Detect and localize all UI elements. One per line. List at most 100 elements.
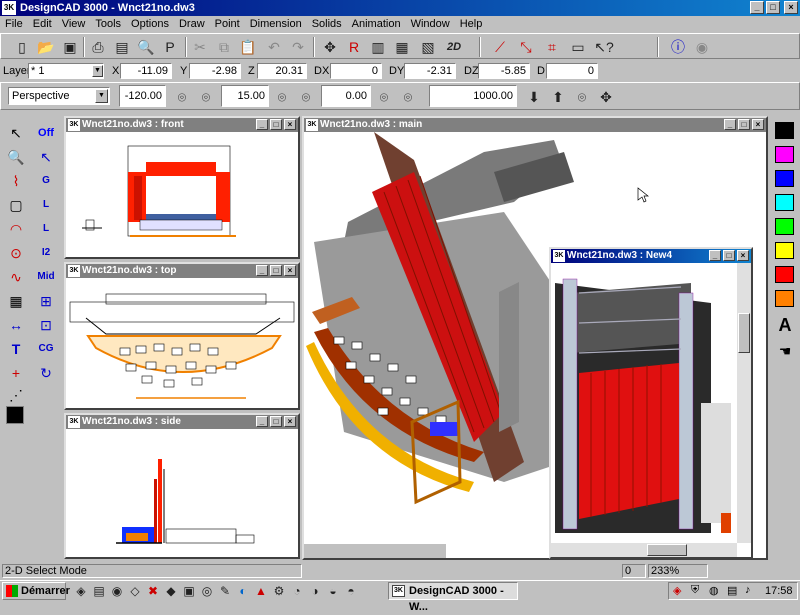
quicklaunch-icon[interactable]: ◎ xyxy=(198,580,216,602)
dimension-icon[interactable]: ↔ xyxy=(4,314,28,336)
front-window-title[interactable]: 3K Wnct21no.dw3 : front _ □ × xyxy=(66,118,298,132)
quicklaunch-icon[interactable]: ⚙ xyxy=(270,580,288,602)
linetype-icon[interactable]: ⋰ xyxy=(4,384,28,406)
quicklaunch-icon[interactable]: ▤ xyxy=(90,580,108,602)
start-button[interactable]: Démarrer xyxy=(2,582,70,600)
close-button[interactable]: × xyxy=(284,265,296,276)
quicklaunch-icon[interactable]: ✎ xyxy=(216,580,234,602)
minimize-button[interactable]: _ xyxy=(256,265,268,276)
quicklaunch-icon[interactable]: ◉ xyxy=(108,580,126,602)
grid-icon[interactable]: ▦ xyxy=(4,290,28,312)
close-button[interactable]: × xyxy=(284,416,296,427)
line-snap-button[interactable]: L xyxy=(34,194,58,216)
properties-icon[interactable]: P xyxy=(159,36,181,58)
front-view-canvas[interactable] xyxy=(66,132,298,257)
gravity-snap-button[interactable]: G xyxy=(34,170,58,192)
quicklaunch-icon[interactable]: ◈ xyxy=(72,580,90,602)
top-view-canvas[interactable] xyxy=(66,278,298,408)
camera-icon[interactable]: ⌾ xyxy=(571,86,593,108)
zoom-icon[interactable]: 🔍 xyxy=(4,146,28,168)
menu-point[interactable]: Point xyxy=(210,16,245,32)
z-field[interactable]: 20.31 xyxy=(257,63,307,79)
snap-off-button[interactable]: Off xyxy=(34,122,58,144)
pan-icon[interactable]: ✥ xyxy=(319,36,341,58)
save-icon[interactable]: ▣ xyxy=(59,36,81,58)
polyline-icon[interactable]: ⌇ xyxy=(4,170,28,192)
text-style-icon[interactable]: A xyxy=(773,314,797,336)
maximize-button[interactable]: □ xyxy=(270,416,282,427)
roll-angle-field[interactable]: 0.00 xyxy=(321,85,371,107)
scroll-thumb[interactable] xyxy=(738,313,750,353)
side-view-canvas[interactable] xyxy=(66,429,298,557)
quicklaunch-icon[interactable]: ✖ xyxy=(144,580,162,602)
tray-icon[interactable]: ▤ xyxy=(727,584,737,597)
axis-icon[interactable]: ⟋ xyxy=(489,36,511,58)
redraw-icon[interactable]: R xyxy=(343,36,365,58)
quicklaunch-icon[interactable]: ▣ xyxy=(180,580,198,602)
title-bar[interactable]: 3K DesignCAD 3000 - Wnct21no.dw3 _ □ × xyxy=(0,0,800,16)
info-icon[interactable]: ⓘ xyxy=(667,36,689,58)
orbit-icon[interactable]: ✥ xyxy=(595,86,617,108)
maximize-button[interactable]: □ xyxy=(723,250,735,261)
menu-animation[interactable]: Animation xyxy=(347,16,406,32)
current-color-swatch[interactable] xyxy=(6,406,24,424)
select-arrow-icon[interactable]: ↖ xyxy=(4,122,28,144)
vertical-scrollbar[interactable] xyxy=(737,263,751,543)
scale-icon[interactable]: ⤡ xyxy=(515,36,537,58)
text-icon[interactable]: T xyxy=(4,338,28,360)
snap-arrow-icon[interactable]: ↖ xyxy=(34,146,58,168)
color-swatch-blue[interactable] xyxy=(775,170,794,187)
close-button[interactable]: × xyxy=(737,250,749,261)
rotate-left-icon[interactable]: ⌾ xyxy=(171,86,193,108)
arc-icon[interactable]: ◠ xyxy=(4,218,28,240)
close-button[interactable]: × xyxy=(284,119,296,130)
box-icon[interactable]: ▢ xyxy=(4,194,28,216)
snap-icon[interactable]: ◉ xyxy=(691,36,713,58)
color-swatch-magenta[interactable] xyxy=(775,146,794,163)
y-field[interactable]: -2.98 xyxy=(189,63,241,79)
move-up-icon[interactable]: ⬆ xyxy=(547,86,569,108)
menu-view[interactable]: View xyxy=(57,16,91,32)
tray-icon[interactable]: ◈ xyxy=(673,584,681,597)
rotate-snap-icon[interactable]: ↻ xyxy=(34,362,58,384)
zoom-preview-icon[interactable]: 🔍 xyxy=(135,36,157,58)
menu-draw[interactable]: Draw xyxy=(174,16,210,32)
front-view-window[interactable]: 3K Wnct21no.dw3 : front _ □ × xyxy=(64,116,300,259)
roll-right-icon[interactable]: ⌾ xyxy=(397,86,419,108)
dy-field[interactable]: -2.31 xyxy=(404,63,456,79)
cut-icon[interactable]: ✂ xyxy=(189,36,211,58)
new4-window-title[interactable]: 3K Wnct21no.dw3 : New4 _ □ × xyxy=(551,249,751,263)
color-swatch-yellow[interactable] xyxy=(775,242,794,259)
tilt-up-icon[interactable]: ⌾ xyxy=(271,86,293,108)
paste-icon[interactable]: 📋 xyxy=(237,36,259,58)
tray-icon[interactable]: ⛨ xyxy=(691,584,699,597)
maximize-button[interactable]: □ xyxy=(766,1,780,14)
chevron-down-icon[interactable]: ▼ xyxy=(95,89,108,103)
minimize-button[interactable]: _ xyxy=(724,119,736,130)
snap-grid-icon[interactable]: ⊞ xyxy=(34,290,58,312)
circle-icon[interactable]: ⊙ xyxy=(4,242,28,264)
menu-help[interactable]: Help xyxy=(455,16,488,32)
quicklaunch-icon[interactable]: ◑ xyxy=(306,580,324,602)
color-swatch-red[interactable] xyxy=(775,266,794,283)
color-swatch-orange[interactable] xyxy=(775,290,794,307)
speaker-icon[interactable]: ♪ xyxy=(745,584,751,596)
i2-snap-button[interactable]: I2 xyxy=(34,242,58,264)
minimize-button[interactable]: _ xyxy=(709,250,721,261)
print-preview-icon[interactable]: ▤ xyxy=(111,36,133,58)
maximize-button[interactable]: □ xyxy=(270,265,282,276)
window-icon[interactable]: ▭ xyxy=(567,36,589,58)
scroll-thumb[interactable] xyxy=(647,544,687,556)
open-folder-icon[interactable]: 📂 xyxy=(35,36,57,58)
rotation-angle-field[interactable]: -120.00 xyxy=(119,85,166,107)
top-view-window[interactable]: 3K Wnct21no.dw3 : top _ □ × xyxy=(64,262,300,410)
close-button[interactable]: × xyxy=(784,1,798,14)
point-icon[interactable]: + xyxy=(4,362,28,384)
roll-left-icon[interactable]: ⌾ xyxy=(373,86,395,108)
menu-file[interactable]: File xyxy=(0,16,28,32)
menu-options[interactable]: Options xyxy=(126,16,174,32)
color-swatch-green[interactable] xyxy=(775,218,794,235)
maximize-button[interactable]: □ xyxy=(738,119,750,130)
rotate-right-icon[interactable]: ⌾ xyxy=(195,86,217,108)
snap-point-icon[interactable]: ⊡ xyxy=(34,314,58,336)
